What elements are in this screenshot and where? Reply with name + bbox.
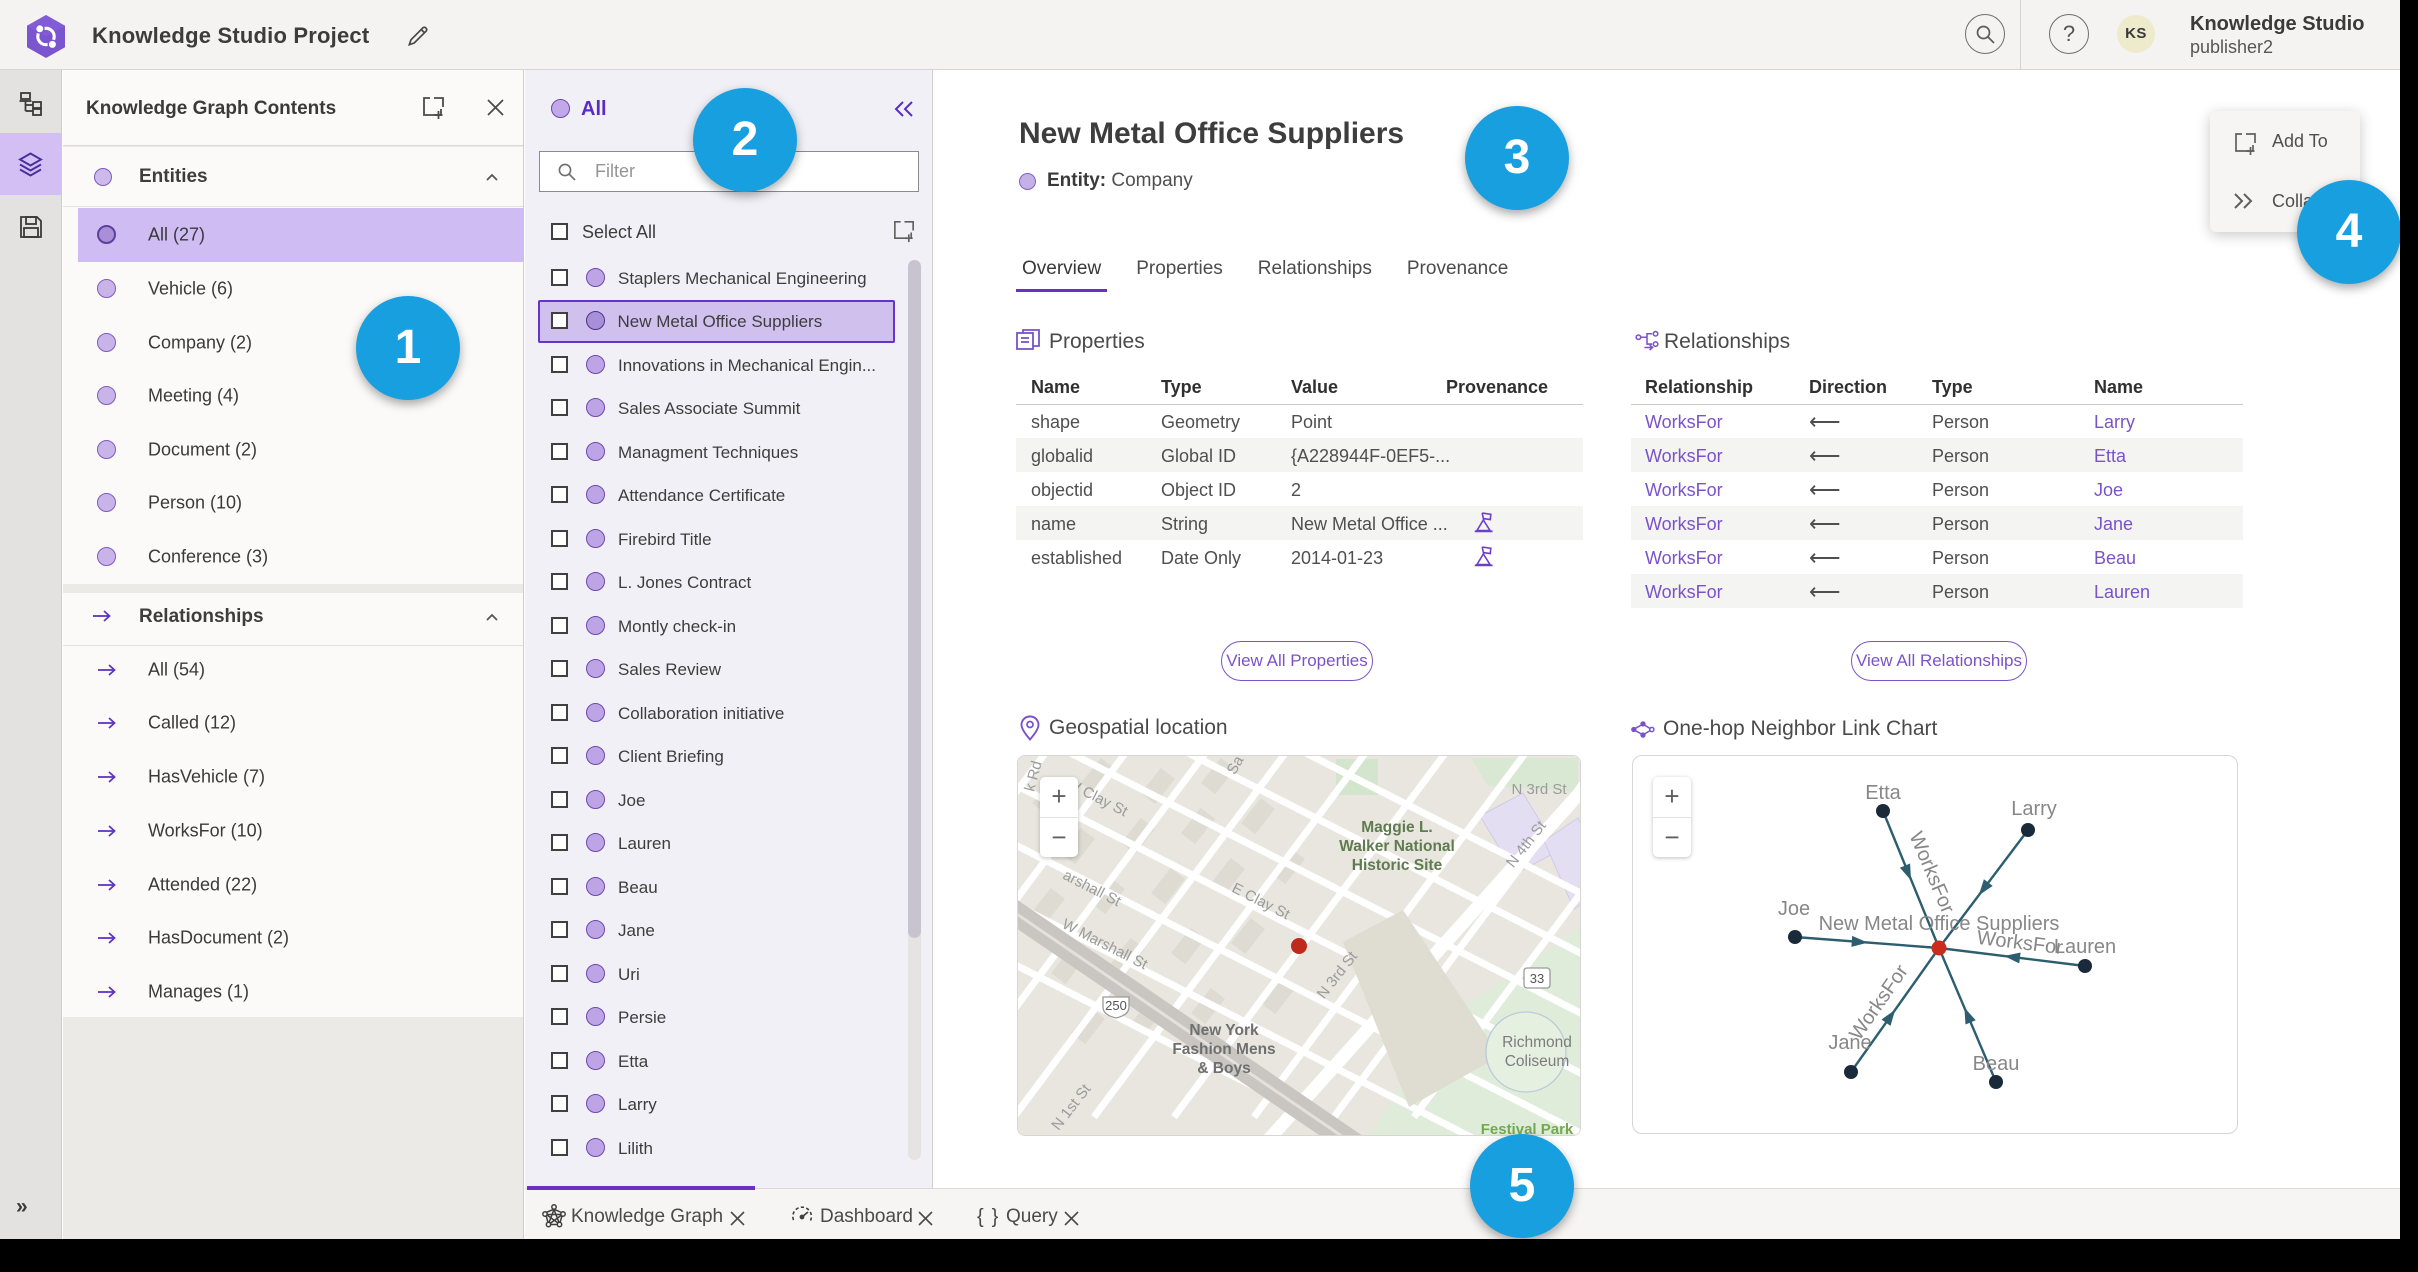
svg-text:& Boys: & Boys xyxy=(1197,1060,1250,1077)
svg-text:WorksFor: WorksFor xyxy=(1905,829,1959,917)
svg-text:Fashion Mens: Fashion Mens xyxy=(1172,1041,1275,1058)
svg-text:Walker National: Walker National xyxy=(1339,838,1455,855)
svg-text:Larry: Larry xyxy=(2011,798,2057,820)
svg-text:Coliseum: Coliseum xyxy=(1505,1053,1570,1070)
svg-text:New York: New York xyxy=(1189,1022,1259,1039)
svg-text:33: 33 xyxy=(1530,971,1544,986)
svg-text:Maggie L.: Maggie L. xyxy=(1361,819,1432,836)
svg-text:250: 250 xyxy=(1105,998,1127,1013)
svg-text:Etta: Etta xyxy=(1865,782,1901,804)
svg-text:Richmond: Richmond xyxy=(1502,1034,1572,1051)
svg-text:Joe: Joe xyxy=(1778,898,1810,920)
svg-text:Beau: Beau xyxy=(1973,1053,2020,1075)
svg-text:N 3rd St: N 3rd St xyxy=(1511,781,1567,798)
svg-text:Historic Site: Historic Site xyxy=(1352,857,1443,874)
